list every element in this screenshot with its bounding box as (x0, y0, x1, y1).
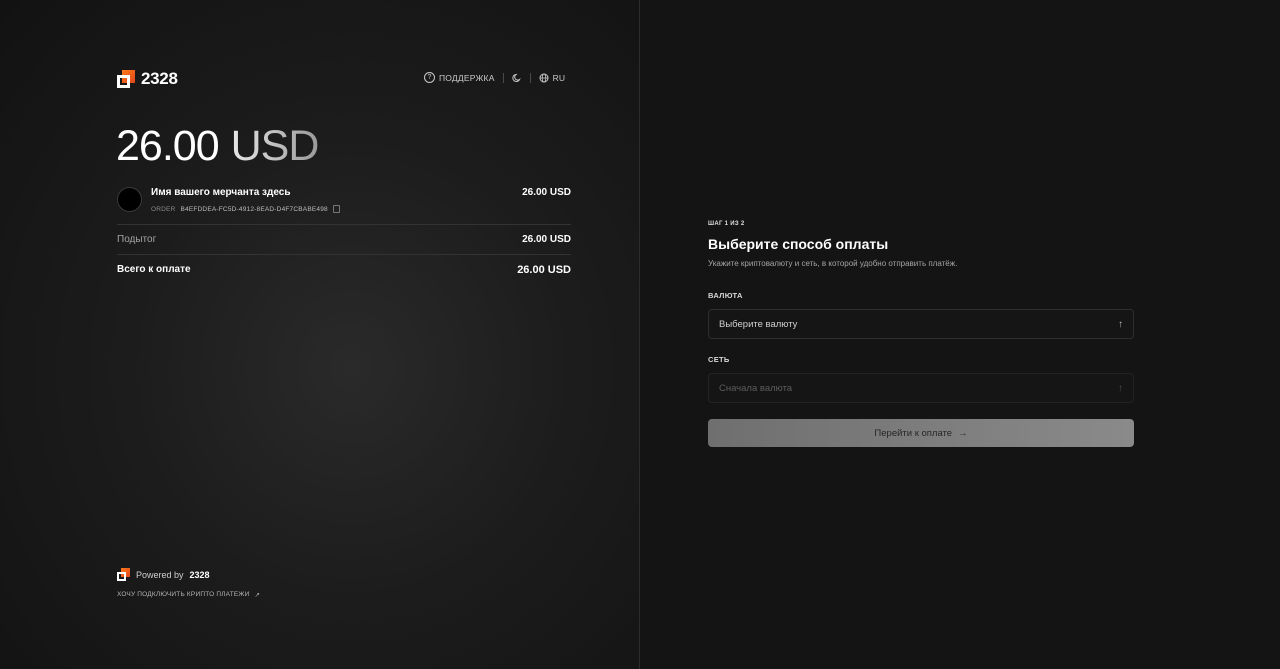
order-id-line: ORDER B4EFDDEA-FC5D-4912-8EAD-D4F7CBABE4… (151, 205, 340, 213)
support-link[interactable]: ? ПОДДЕРЖКА (424, 72, 495, 83)
subtotal-row: Подытог 26.00 USD (117, 234, 571, 245)
connect-link-label: ХОЧУ ПОДКЛЮЧИТЬ КРИПТО ПЛАТЕЖИ (117, 591, 250, 598)
payment-method-panel: ШАГ 1 ИЗ 2 Выберите способ оплаты Укажит… (640, 0, 1280, 669)
proceed-to-payment-button[interactable]: Перейти к оплате → (708, 419, 1134, 447)
header-links: ? ПОДДЕРЖКА RU (424, 72, 565, 83)
logo-mark-icon (117, 70, 135, 88)
theme-toggle[interactable] (511, 73, 522, 83)
order-label: ORDER (151, 205, 176, 213)
connect-crypto-link[interactable]: ХОЧУ ПОДКЛЮЧИТЬ КРИПТО ПЛАТЕЖИ ↗ (117, 591, 260, 599)
powered-prefix: Powered by (136, 569, 184, 580)
amount-currency: USD (230, 122, 320, 170)
divider (117, 224, 571, 225)
merchant-name: Имя вашего мерчанта здесь (151, 187, 291, 198)
order-id: B4EFDDEA-FC5D-4912-8EAD-D4F7CBABE498 (180, 205, 328, 213)
amount-value: 26.00 (116, 122, 220, 170)
currency-placeholder: Выберите валюту (719, 318, 798, 330)
proceed-label: Перейти к оплате (874, 427, 953, 439)
brand-logo[interactable]: 2328 (117, 69, 178, 89)
header-divider (502, 72, 504, 83)
network-select[interactable]: Сначала валюта ↑ (708, 373, 1134, 403)
currency-select[interactable]: Выберите валюту ↑ (708, 309, 1134, 339)
checkout-page: 2328 ? ПОДДЕРЖКА RU 26.00 USD Имя вашего… (0, 0, 1280, 669)
globe-icon (539, 73, 549, 82)
total-row: Всего к оплате 26.00 USD (117, 264, 571, 276)
merchant-row: Имя вашего мерчанта здесь 26.00 USD ORDE… (117, 186, 571, 218)
header-divider (529, 72, 531, 83)
powered-brand: 2328 (189, 569, 210, 580)
arrow-up-icon: ↑ (1118, 382, 1123, 394)
divider (117, 254, 571, 255)
merchant-price: 26.00 USD (522, 187, 571, 198)
step-indicator: ШАГ 1 ИЗ 2 (708, 221, 745, 227)
arrow-up-right-icon: ↗ (254, 592, 261, 599)
form-title: Выберите способ оплаты (708, 236, 889, 252)
network-label: СЕТЬ (708, 355, 730, 364)
currency-label: ВАЛЮТА (708, 291, 743, 300)
form-subtitle: Укажите криптовалюту и сеть, в которой у… (708, 259, 958, 268)
network-placeholder: Сначала валюта (719, 382, 793, 394)
arrow-up-icon: ↑ (1118, 318, 1123, 330)
brand-name: 2328 (141, 69, 178, 88)
support-label: ПОДДЕРЖКА (439, 72, 495, 83)
total-amount-heading: 26.00 USD (116, 122, 320, 171)
merchant-avatar (117, 187, 142, 212)
language-selector[interactable]: RU (539, 73, 566, 83)
order-summary-panel: 2328 ? ПОДДЕРЖКА RU 26.00 USD Имя вашего… (0, 0, 640, 669)
subtotal-value: 26.00 USD (522, 234, 571, 245)
logo-mark-icon (117, 568, 130, 581)
total-label: Всего к оплате (117, 264, 191, 275)
total-value: 26.00 USD (517, 264, 571, 276)
subtotal-label: Подытог (117, 234, 157, 245)
language-label: RU (552, 72, 566, 83)
powered-by: Powered by 2328 (117, 568, 210, 581)
copy-icon[interactable] (332, 205, 340, 213)
help-circle-icon: ? (424, 72, 435, 83)
moon-icon (511, 73, 521, 82)
arrow-right-icon: → (958, 427, 968, 439)
